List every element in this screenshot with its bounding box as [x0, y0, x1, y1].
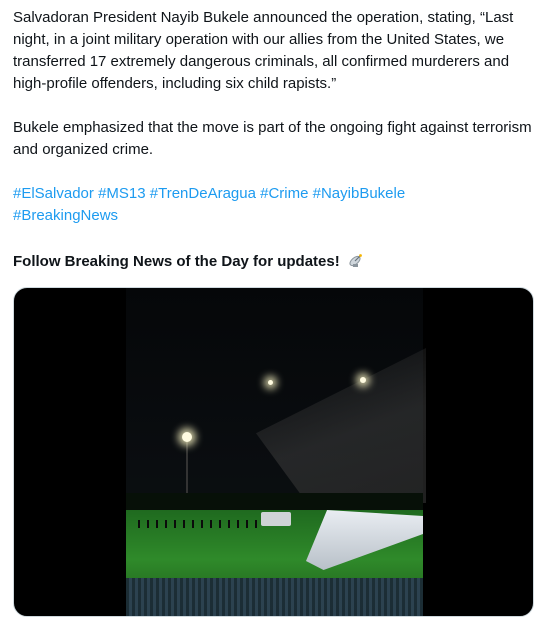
hashtag-crime[interactable]: #Crime	[260, 185, 308, 202]
aircraft-light-right	[360, 377, 366, 383]
satellite-antenna-icon	[347, 252, 364, 276]
hashtag-trendearagua[interactable]: #TrenDeAragua	[150, 185, 256, 202]
aircraft-light-left	[268, 380, 273, 385]
vehicle	[261, 512, 291, 526]
crowd	[126, 578, 423, 616]
post-paragraph-1: Salvadoran President Nayib Bukele announ…	[13, 9, 514, 92]
guard-line	[138, 520, 258, 528]
hashtag-nayibbukele[interactable]: #NayibBukele	[313, 185, 406, 202]
hashtag-ms13[interactable]: #MS13	[98, 185, 146, 202]
floodlight	[182, 432, 192, 442]
video-frame	[126, 288, 426, 616]
hashtag-list: #ElSalvador #MS13 #TrenDeAragua #Crime #…	[13, 183, 533, 227]
tweet-post: Salvadoran President Nayib Bukele announ…	[0, 0, 550, 617]
video-player[interactable]	[13, 287, 534, 617]
follow-cta-text: Follow Breaking News of the Day for upda…	[13, 253, 340, 270]
post-paragraph-2: Bukele emphasized that the move is part …	[13, 119, 532, 158]
follow-cta: Follow Breaking News of the Day for upda…	[13, 251, 533, 276]
hashtag-breakingnews[interactable]: #BreakingNews	[13, 207, 118, 224]
hashtag-elsalvador[interactable]: #ElSalvador	[13, 185, 94, 202]
